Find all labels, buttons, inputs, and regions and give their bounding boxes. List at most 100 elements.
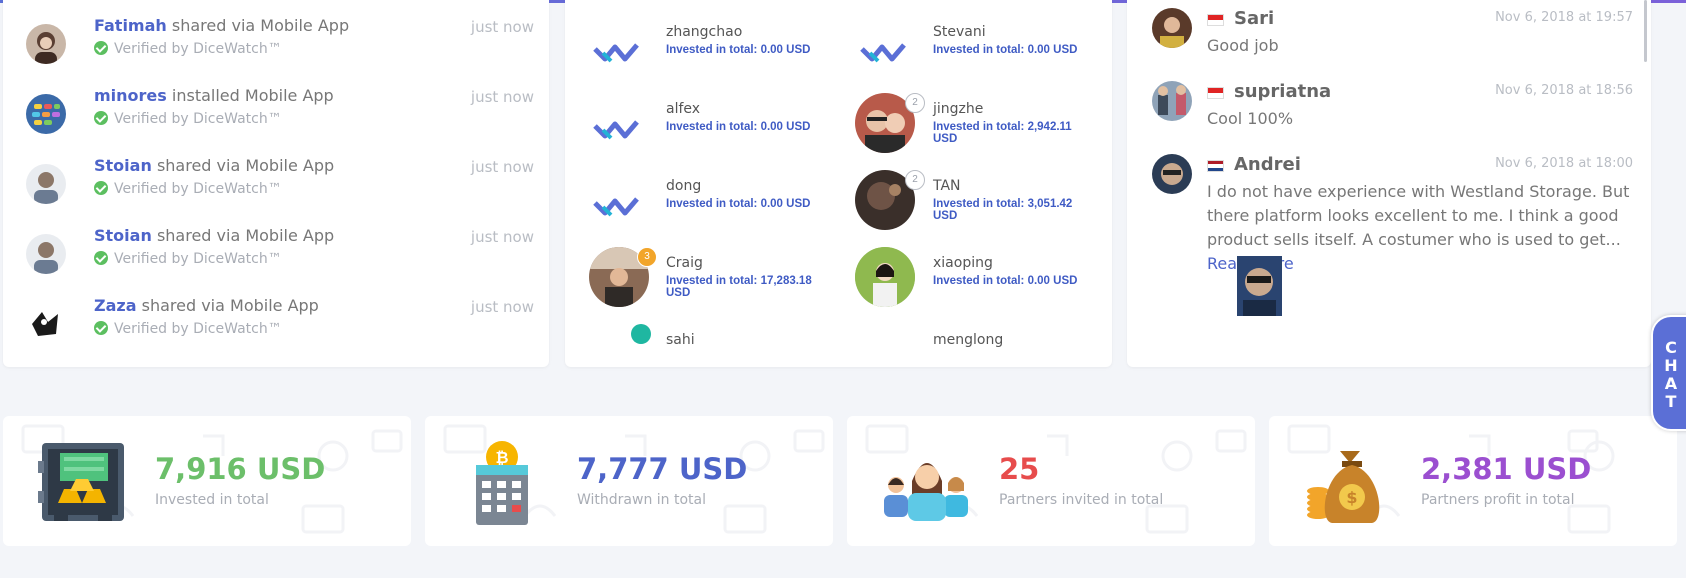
investor-amount: Invested in total: 0.00 USD [666,198,811,210]
indonesia-flag-icon [1207,87,1224,99]
verified-text: Verified by DiceWatch™ [114,41,282,57]
investor-card[interactable]: xiaoping Invested in total: 0.00 USD [832,247,1092,325]
comment-author[interactable]: Andrei [1234,154,1301,175]
investor-card[interactable]: menglong [832,330,1092,367]
investor-card[interactable]: dong Invested in total: 0.00 USD [565,176,825,248]
level-badge: 2 [905,170,925,190]
stat-label: Partners invited in total [999,492,1164,508]
investors-panel: zhangchao Invested in total: 0.00 USD St… [565,0,1112,367]
verified-text: Verified by DiceWatch™ [114,251,282,267]
investor-amount: Invested in total: 3,051.42 USD [933,198,1073,222]
investor-card[interactable]: sahi [565,324,825,367]
activity-time: just now [470,88,534,106]
activity-item: Zaza shared via Mobile App Verified by D… [3,294,549,364]
stat-card-withdrawn: ₿ 7,777 USD Withdrawn in total [425,416,833,546]
avatar[interactable] [26,234,66,274]
avatar[interactable] [1152,81,1192,121]
chat-button[interactable]: CHAT [1651,315,1686,431]
activity-user[interactable]: Stoian [94,226,152,245]
activity-action: shared via Mobile App [156,156,335,175]
activity-action: shared via Mobile App [156,226,335,245]
stat-value: 7,777 USD [577,452,748,486]
comment-date: Nov 6, 2018 at 18:56 [1495,83,1633,98]
investor-card[interactable]: 2 TAN Invested in total: 3,051.42 USD [832,170,1092,248]
platform-logo-icon [860,43,906,63]
investor-amount: Invested in total: 2,942.11 USD [933,121,1072,145]
platform-logo-icon [593,43,639,63]
activity-user[interactable]: Stoian [94,156,152,175]
avatar[interactable] [1152,154,1192,194]
investor-name: alfex [666,101,701,117]
investor-card[interactable]: Stevani Invested in total: 0.00 USD [832,22,1092,94]
activity-time: just now [470,228,534,246]
investor-name: xiaoping [933,255,993,271]
comment-text: Cool 100% [1207,109,1294,128]
activity-user[interactable]: minores [94,86,167,105]
comment-text: Good job [1207,36,1279,55]
stat-card-profit: $ 2,381 USD Partners profit in total [1269,416,1677,546]
investor-card[interactable]: zhangchao Invested in total: 0.00 USD [565,22,825,94]
investor-amount: Invested in total: 0.00 USD [666,121,811,133]
activity-feed-panel: Fatimah shared via Mobile App Verified b… [3,0,549,367]
comment-attachment-image[interactable] [1237,256,1282,316]
investor-name: zhangchao [666,24,743,40]
activity-action: shared via Mobile App [171,16,350,35]
platform-logo-icon [593,197,639,217]
avatar[interactable] [1152,8,1192,48]
investor-amount: Invested in total: 0.00 USD [933,275,1078,287]
platform-logo-icon [593,120,639,140]
investor-name: dong [666,178,702,194]
comment-text: I do not have experience with Westland S… [1207,182,1630,249]
stat-label: Partners profit in total [1421,492,1575,508]
comment-date: Nov 6, 2018 at 18:00 [1495,156,1633,171]
partners-group-icon [884,463,968,521]
avatar [855,247,915,307]
comment-date: Nov 6, 2018 at 19:57 [1495,10,1633,25]
activity-time: just now [470,158,534,176]
activity-item: Stoian shared via Mobile App Verified by… [3,154,549,224]
stat-value: 2,381 USD [1421,452,1592,486]
avatar[interactable] [26,94,66,134]
stat-label: Withdrawn in total [577,492,707,508]
investor-name: menglong [933,332,1004,348]
stat-value: 7,916 USD [155,452,326,486]
avatar[interactable] [26,304,66,344]
investor-card[interactable]: 2 jingzhe Invested in total: 2,942.11 US… [832,93,1092,171]
bitcoin-atm-icon: ₿ [476,441,528,525]
verified-check-icon [94,251,108,265]
avatar[interactable] [26,24,66,64]
comment-author[interactable]: Sari [1234,8,1274,29]
comments-panel: Sari Nov 6, 2018 at 19:57 Good job supri… [1127,0,1651,367]
stat-card-partners: 25 Partners invited in total [847,416,1255,546]
investor-card[interactable]: alfex Invested in total: 0.00 USD [565,99,825,171]
activity-action: installed Mobile App [171,86,334,105]
investor-name: Stevani [933,24,986,40]
activity-time: just now [470,18,534,36]
activity-item: Fatimah shared via Mobile App Verified b… [3,14,549,84]
stat-value: 25 [999,452,1040,486]
investor-amount: Invested in total: 17,283.18 USD [666,275,812,299]
investor-name: TAN [933,178,961,194]
level-badge: 2 [905,93,925,113]
comment-author[interactable]: supriatna [1234,81,1331,102]
verified-check-icon [94,41,108,55]
verified-check-icon [94,181,108,195]
activity-user[interactable]: Fatimah [94,16,167,35]
investor-name: sahi [666,332,695,348]
money-bag-icon: $ [1307,451,1380,523]
verified-text: Verified by DiceWatch™ [114,111,282,127]
indonesia-flag-icon [1207,14,1224,26]
investor-card[interactable]: 3 Craig Invested in total: 17,283.18 USD [565,247,825,325]
activity-item: minores installed Mobile App Verified by… [3,84,549,154]
avatar[interactable] [26,164,66,204]
activity-user[interactable]: Zaza [94,296,137,315]
verified-check-icon [94,111,108,125]
verified-text: Verified by DiceWatch™ [114,181,282,197]
verified-text: Verified by DiceWatch™ [114,321,282,337]
investor-amount: Invested in total: 0.00 USD [666,44,811,56]
activity-time: just now [470,298,534,316]
netherlands-flag-icon [1207,160,1224,172]
level-badge [631,324,651,344]
investor-name: Craig [666,255,703,271]
stat-label: Invested in total [155,492,269,508]
